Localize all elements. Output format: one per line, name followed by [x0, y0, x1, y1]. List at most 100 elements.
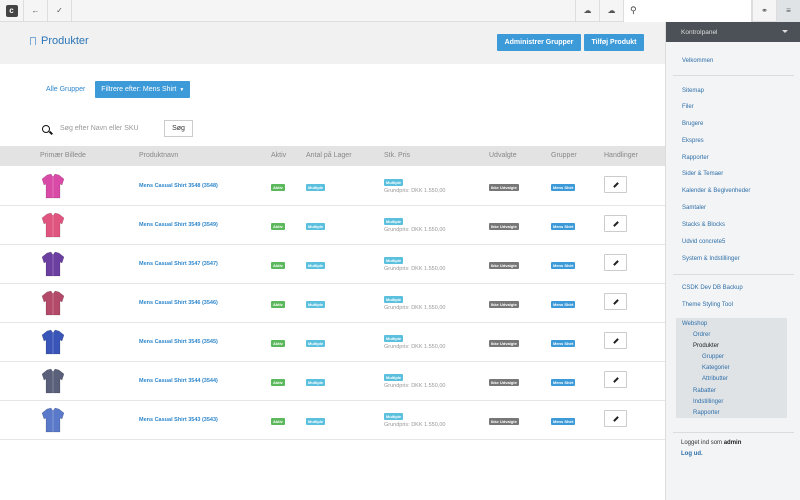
stock-badge: Multiple [306, 184, 326, 191]
product-name-link[interactable]: Mens Casual Shirt 3548 (3548) [139, 183, 218, 189]
logged-in-user[interactable]: admin [724, 440, 742, 446]
product-name-link[interactable]: Mens Casual Shirt 3546 (3546) [139, 300, 218, 306]
all-groups-link[interactable]: Alle Grupper [46, 86, 85, 93]
featured-badge: Ikke Udvalgte [489, 262, 519, 269]
caret-down-icon: ▼ [179, 86, 185, 93]
col-header-image[interactable]: Primær Billede [40, 152, 86, 159]
pencil-icon [612, 298, 619, 305]
sidebar-item-settings[interactable]: Indstillinger [693, 399, 723, 405]
product-name-link[interactable]: Mens Casual Shirt 3544 (3544) [139, 378, 218, 384]
col-header-actions[interactable]: Handlinger [604, 152, 638, 159]
edit-button[interactable] [604, 215, 627, 232]
cloud-upload-icon[interactable]: ☁ [600, 0, 624, 22]
product-thumbnail[interactable] [40, 173, 66, 199]
product-thumbnail[interactable] [40, 368, 66, 394]
product-thumbnail[interactable] [40, 290, 66, 316]
back-arrow-icon[interactable]: ← [24, 0, 48, 22]
sliders-icon[interactable]: ≡ [776, 0, 800, 22]
sidebar-item-products[interactable]: Produkter [693, 343, 719, 349]
group-badge: Mens Shirt [551, 223, 576, 230]
sidebar-item-theme-styling[interactable]: Theme Styling Tool [682, 302, 733, 308]
page-title-text: Produkter [41, 35, 89, 47]
sidebar-item-groups[interactable]: Grupper [702, 354, 724, 360]
sidebar-item-attributes[interactable]: Attributter [702, 376, 728, 382]
product-thumbnail[interactable] [40, 212, 66, 238]
col-header-price[interactable]: Stk. Pris [384, 152, 410, 159]
sidebar-item-pages-themes[interactable]: Sider & Temaer [682, 171, 723, 177]
page-header: Produkter Administrer Grupper Tilføj Pro… [0, 22, 665, 64]
col-header-featured[interactable]: Udvalgte [489, 152, 517, 159]
product-name-link[interactable]: Mens Casual Shirt 3549 (3549) [139, 222, 218, 228]
share-icon[interactable]: ⚭ [752, 0, 776, 22]
pencil-icon [612, 181, 619, 188]
edit-button[interactable] [604, 410, 627, 427]
base-price: Grundpris: DKK 1.550,00 [384, 266, 446, 272]
edit-button[interactable] [604, 293, 627, 310]
sidebar-item-express[interactable]: Ekspres [682, 138, 704, 144]
sidebar-item-users[interactable]: Brugere [682, 121, 703, 127]
table-row: Mens Casual Shirt 3549 (3549) Aktiv Multip… [0, 206, 665, 245]
table-row: Mens Casual Shirt 3543 (3543) Aktiv Multip… [0, 401, 665, 440]
search-icon: ⚲ [630, 5, 637, 15]
search-input[interactable]: Søg efter Navn eller SKU [60, 125, 160, 132]
col-header-stock[interactable]: Antal på Lager [306, 152, 352, 159]
sidebar-item-stacks[interactable]: Stacks & Blocks [682, 222, 725, 228]
base-price: Grundpris: DKK 1.550,00 [384, 344, 446, 350]
featured-badge: Ikke Udvalgte [489, 301, 519, 308]
edit-button[interactable] [604, 332, 627, 349]
app-logo-icon[interactable]: c [0, 0, 24, 22]
product-search: Søg efter Navn eller SKU Søg [42, 120, 193, 137]
edit-button[interactable] [604, 254, 627, 271]
sidebar-item-calendar[interactable]: Kalender & Begivenheder [682, 188, 750, 194]
cloud-download-icon[interactable]: ☁ [576, 0, 600, 22]
sidebar-item-system[interactable]: System & Indstillinger [682, 256, 740, 262]
product-name-link[interactable]: Mens Casual Shirt 3543 (3543) [139, 417, 218, 423]
pencil-icon [612, 376, 619, 383]
search-button[interactable]: Søg [164, 120, 193, 137]
check-icon[interactable]: ✓ [48, 0, 72, 22]
edit-button[interactable] [604, 371, 627, 388]
product-thumbnail[interactable] [40, 251, 66, 277]
sidebar-item-extend[interactable]: Udvid concrete5 [682, 239, 725, 245]
toolbar-search[interactable]: ⚲ [624, 0, 752, 22]
pencil-icon [612, 259, 619, 266]
sidebar-item-webshop-reports[interactable]: Rapporter [693, 410, 720, 416]
sidebar-item-orders[interactable]: Ordrer [693, 332, 710, 338]
search-icon [42, 124, 50, 133]
sidebar-divider [673, 432, 794, 433]
stock-badge: Multiple [306, 301, 326, 308]
sidebar-item-webshop[interactable]: Webshop [682, 321, 707, 327]
sidebar-item-discounts[interactable]: Rabatter [693, 388, 716, 394]
product-thumbnail[interactable] [40, 407, 66, 433]
base-price: Grundpris: DKK 1.550,00 [384, 188, 446, 194]
top-toolbar: c ← ✓ ☁ ☁ ⚲ ⚭ ≡ [0, 0, 800, 22]
active-badge: Aktiv [271, 301, 285, 308]
pencil-icon [612, 337, 619, 344]
sidebar-item-welcome[interactable]: Velkommen [682, 58, 713, 64]
sidebar-item-categories[interactable]: Kategorier [702, 365, 730, 371]
col-header-name[interactable]: Produktnavn [139, 152, 178, 159]
product-name-link[interactable]: Mens Casual Shirt 3545 (3545) [139, 339, 218, 345]
sidebar-header[interactable]: Kontrolpanel [666, 22, 800, 42]
filter-dropdown[interactable]: Filtrere efter: Mens Shirt ▼ [95, 81, 191, 98]
sidebar-item-reports[interactable]: Rapporter [682, 155, 709, 161]
manage-groups-button[interactable]: Administrer Grupper [497, 34, 581, 51]
base-price: Grundpris: DKK 1.550,00 [384, 422, 446, 428]
sidebar-item-files[interactable]: Filer [682, 104, 694, 110]
product-name-link[interactable]: Mens Casual Shirt 3547 (3547) [139, 261, 218, 267]
bookmark-icon[interactable] [30, 37, 36, 45]
sidebar-item-db-backup[interactable]: CSDK Dev DB Backup [682, 285, 743, 291]
col-header-groups[interactable]: Grupper [551, 152, 577, 159]
add-product-button[interactable]: Tilføj Produkt [584, 34, 644, 51]
logout-link[interactable]: Log ud. [681, 451, 703, 457]
sidebar-item-conversations[interactable]: Samtaler [682, 205, 706, 211]
edit-button[interactable] [604, 176, 627, 193]
price-badge: Multiple [384, 257, 404, 264]
product-thumbnail[interactable] [40, 329, 66, 355]
sidebar-item-sitemap[interactable]: Sitemap [682, 88, 704, 94]
col-header-active[interactable]: Aktiv [271, 152, 286, 159]
main-content: Produkter Administrer Grupper Tilføj Pro… [0, 22, 665, 500]
active-badge: Aktiv [271, 184, 285, 191]
sidebar-divider [673, 274, 794, 275]
filter-row: Alle Grupper Filtrere efter: Mens Shirt … [46, 81, 191, 98]
